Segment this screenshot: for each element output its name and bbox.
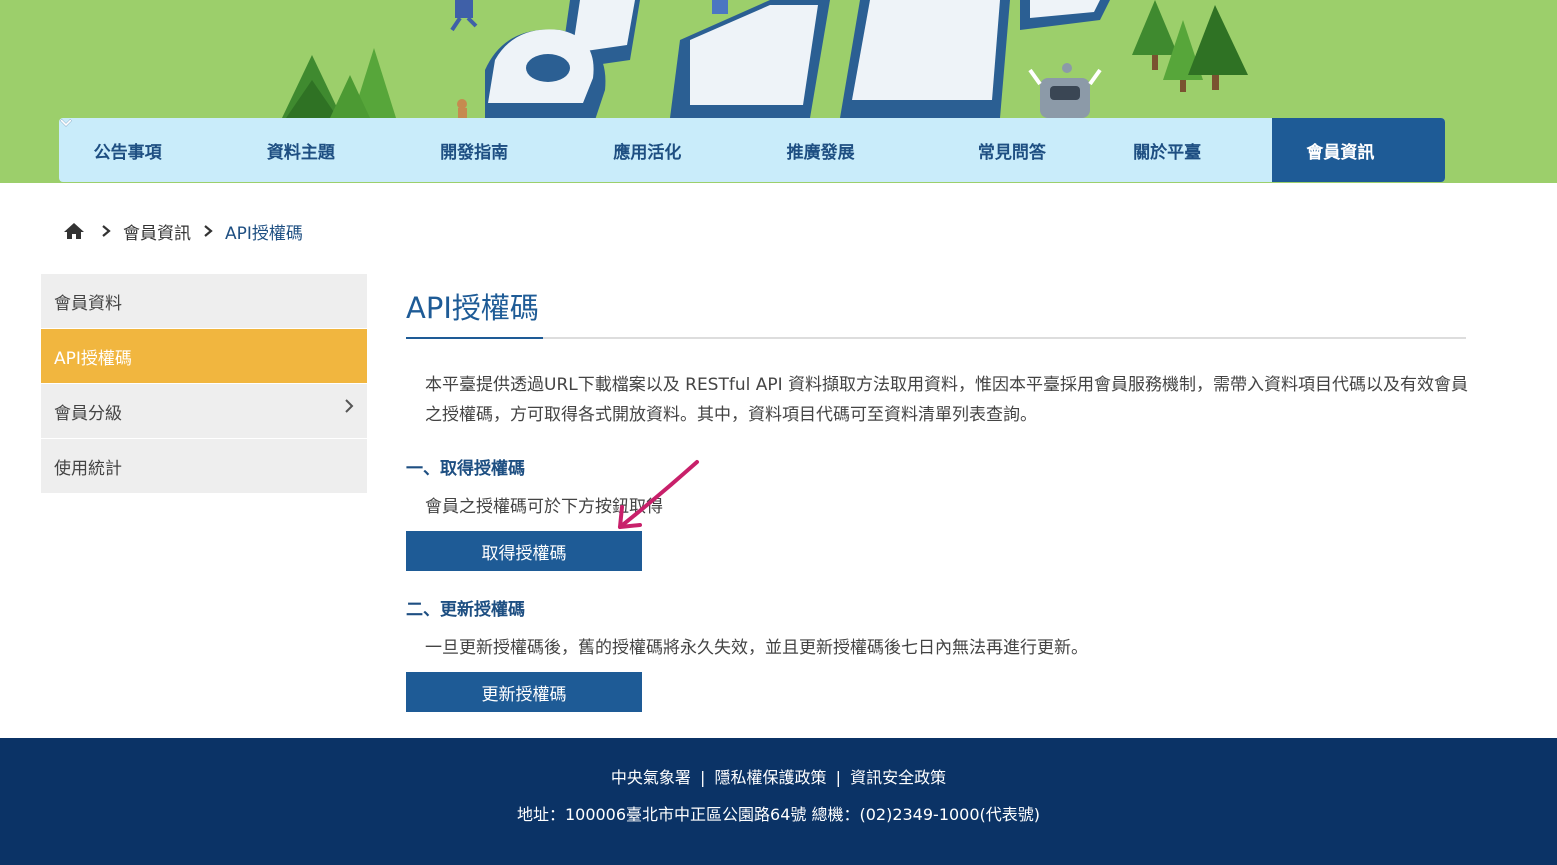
nav-item-label: 應用活化 <box>613 142 682 163</box>
sidebar-item-label: API授權碼 <box>54 348 132 369</box>
nav-item-faq[interactable]: 常見問答 <box>925 118 1098 182</box>
nav-item-label: 常見問答 <box>977 142 1046 163</box>
breadcrumb-member-info[interactable]: 會員資訊 <box>123 219 191 244</box>
main-nav: 公告事項 資料主題 開發指南 應用活化 推廣發展 常見問答 關於平臺 會員資訊 <box>59 118 1445 182</box>
nav-item-data-topics[interactable]: 資料主題 <box>60 118 405 182</box>
sidebar-item-usage-stats[interactable]: 使用統計 <box>41 439 367 494</box>
footer: 中央氣象署 | 隱私權保護政策 | 資訊安全政策 地址：100006臺北市中正區… <box>0 738 1557 865</box>
footer-address: 地址：100006臺北市中正區公園路64號 總機：(02)2349-1000(代… <box>516 805 1041 824</box>
sidebar-item-member-data[interactable]: 會員資料 <box>41 274 367 329</box>
chevron-right-icon <box>203 224 215 238</box>
nav-item-announcements[interactable]: 公告事項 <box>59 118 232 182</box>
nav-item-label: 開發指南 <box>440 142 509 163</box>
nav-item-label: 資料主題 <box>266 142 335 163</box>
home-icon[interactable] <box>63 221 85 241</box>
chevron-down-icon <box>60 119 1410 157</box>
nav-item-label: 推廣發展 <box>786 142 855 163</box>
nav-item-about[interactable]: 關於平臺 <box>60 118 1272 182</box>
hero-banner: 公告事項 資料主題 開發指南 應用活化 推廣發展 常見問答 關於平臺 會員資訊 <box>0 0 1557 183</box>
chevron-right-icon <box>343 398 355 414</box>
get-key-button[interactable]: 取得授權碼 <box>406 531 642 571</box>
nav-item-label: 會員資訊 <box>1306 142 1375 163</box>
chevron-down-icon <box>60 119 891 157</box>
title-divider <box>406 337 1466 339</box>
title-accent-bar <box>406 337 543 339</box>
sidebar-item-label: 使用統計 <box>54 458 122 479</box>
page-title: API授權碼 <box>406 291 539 325</box>
breadcrumb-current: API授權碼 <box>225 223 303 244</box>
chevron-down-icon <box>60 119 1237 157</box>
chevron-right-icon <box>101 224 113 238</box>
footer-link-security[interactable]: 資訊安全政策 <box>850 764 946 788</box>
footer-links: 中央氣象署 | 隱私權保護政策 | 資訊安全政策 <box>0 764 1557 788</box>
nav-item-member-info[interactable]: 會員資訊 <box>60 118 1445 182</box>
chevron-down-icon <box>60 119 198 157</box>
chevron-down-icon <box>60 119 371 157</box>
section-heading-get-key: 一、取得授權碼 <box>406 459 525 479</box>
main-content: API授權碼 本平臺提供透過URL下載檔案以及 RESTful API 資料擷取… <box>406 284 1468 712</box>
sidebar-item-label: 會員分級 <box>54 403 122 424</box>
nav-item-promotion[interactable]: 推廣發展 <box>60 118 925 182</box>
footer-separator: | <box>700 768 706 787</box>
nav-item-label: 關於平臺 <box>1133 142 1202 163</box>
footer-separator: | <box>835 768 841 787</box>
sidebar: 會員資料 API授權碼 會員分級 使用統計 <box>41 274 367 494</box>
chevron-down-icon <box>60 119 717 157</box>
sidebar-item-label: 會員資料 <box>54 293 122 314</box>
nav-item-applications[interactable]: 應用活化 <box>60 118 752 182</box>
footer-link-cwa[interactable]: 中央氣象署 <box>611 764 691 788</box>
sidebar-item-member-level[interactable]: 會員分級 <box>41 384 367 439</box>
footer-link-privacy[interactable]: 隱私權保護政策 <box>714 764 826 788</box>
nav-item-dev-guide[interactable]: 開發指南 <box>60 118 579 182</box>
breadcrumb: 會員資訊 API授權碼 <box>63 219 303 244</box>
nav-item-label: 公告事項 <box>93 142 162 163</box>
annotation-arrow-icon <box>618 460 699 529</box>
chevron-down-icon <box>60 119 544 157</box>
sidebar-item-api-key[interactable]: API授權碼 <box>41 329 367 384</box>
section-text-renew-key: 一旦更新授權碼後，舊的授權碼將永久失效，並且更新授權碼後七日內無法再進行更新。 <box>425 638 1088 658</box>
renew-key-button[interactable]: 更新授權碼 <box>406 672 642 712</box>
section-heading-renew-key: 二、更新授權碼 <box>406 600 525 620</box>
intro-text: 本平臺提供透過URL下載檔案以及 RESTful API 資料擷取方法取用資料，… <box>425 375 1469 425</box>
